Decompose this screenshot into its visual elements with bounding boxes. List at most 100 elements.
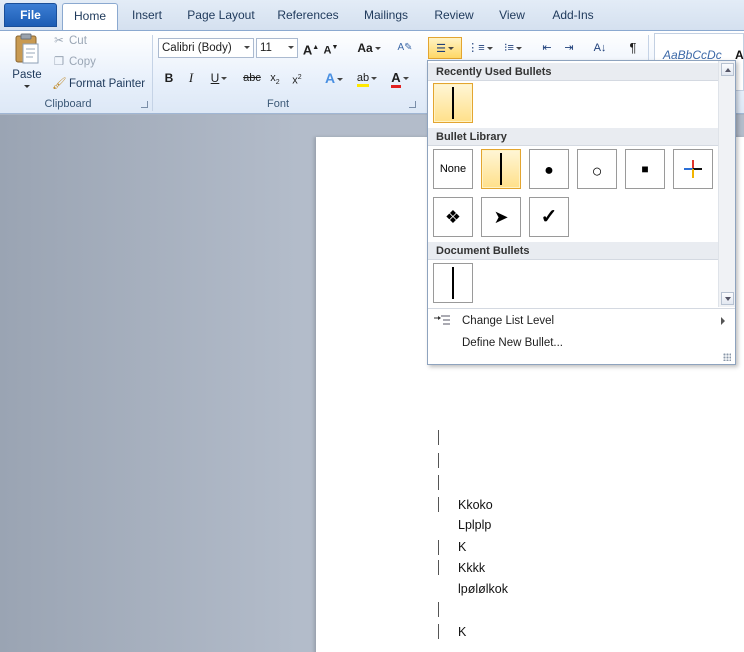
multilevel-list-icon: ⁝≡ (504, 42, 514, 54)
recent-bullet-bar[interactable] (433, 83, 473, 123)
chevron-right-icon (721, 317, 725, 325)
font-size-value: 11 (260, 42, 272, 54)
subscript-button[interactable]: x2 (266, 68, 284, 88)
font-family-combo[interactable]: Calibri (Body) (158, 38, 254, 58)
format-painter-button[interactable]: 🖌 Format Painter (52, 74, 145, 94)
increase-indent-icon[interactable]: ⇥ (560, 38, 578, 58)
bullet-filled-circle[interactable]: ● (529, 149, 569, 189)
filled-square-icon: ■ (641, 162, 649, 176)
bullet-marker (438, 430, 439, 445)
tab-add-ins[interactable]: Add-Ins (544, 3, 602, 29)
bullets-button[interactable]: ☰ (428, 37, 462, 59)
bullet-marker (438, 624, 439, 639)
bullet-bar[interactable] (481, 149, 521, 189)
chevron-down-icon (402, 77, 409, 81)
bullet-marker (438, 453, 439, 468)
paste-dropdown-arrow[interactable] (24, 85, 30, 88)
bullet-diamond[interactable]: ❖ (433, 197, 473, 237)
underline-button[interactable]: U (204, 68, 234, 88)
tab-insert[interactable]: Insert (124, 3, 170, 29)
chevron-down-icon (374, 47, 381, 51)
copy-icon: ❐ (53, 56, 65, 68)
multilevel-list-button[interactable]: ⁝≡ (498, 38, 528, 58)
bullets-scrollbar[interactable] (718, 61, 735, 307)
hollow-circle-icon: ○ (591, 161, 603, 181)
document-line[interactable]: Kkoko (458, 498, 493, 512)
chevron-down-icon (244, 46, 250, 49)
font-size-combo[interactable]: 11 (256, 38, 298, 58)
chevron-down-icon (515, 46, 522, 50)
tab-references[interactable]: References (272, 3, 344, 29)
document-line[interactable]: K (458, 625, 466, 639)
sort-icon[interactable]: A↓ (590, 38, 610, 58)
change-case-button[interactable]: Aa (354, 38, 384, 58)
bullets-dropdown: Recently Used Bullets Bullet Library Non… (427, 60, 736, 365)
font-launcher-icon[interactable] (409, 101, 416, 108)
strikethrough-button[interactable]: abc (240, 68, 264, 88)
cut-label: Cut (69, 35, 87, 47)
define-new-bullet-item[interactable]: Define New Bullet... (428, 332, 735, 354)
text-effects-button[interactable]: A (320, 68, 348, 88)
document-bullets-header: Document Bullets (428, 242, 718, 260)
four-color-star-icon (684, 160, 702, 178)
tab-view[interactable]: View (492, 3, 532, 29)
superscript-button[interactable]: x2 (288, 68, 306, 88)
highlighter-icon: ab (356, 72, 370, 87)
bullet-list-icon: ☰ (436, 43, 446, 55)
bold-button[interactable]: B (160, 68, 178, 88)
clipboard-group-label: Clipboard (44, 98, 92, 110)
document-line[interactable]: Kkkk (458, 561, 485, 575)
font-family-value: Calibri (Body) (162, 42, 232, 54)
chevron-down-icon (288, 46, 294, 49)
font-color-button[interactable]: A (386, 68, 414, 88)
shrink-font-button[interactable]: A▼ (322, 38, 340, 58)
copy-button[interactable]: ❐ Copy (52, 52, 96, 72)
change-list-level-item[interactable]: Change List Level (428, 310, 735, 332)
tab-mailings[interactable]: Mailings (356, 3, 416, 29)
paste-label: Paste (12, 69, 42, 81)
bullet-none-label: None (439, 163, 467, 175)
style-preview-next[interactable]: A (735, 48, 744, 62)
bullet-four-color[interactable] (673, 149, 713, 189)
scroll-up-icon[interactable] (721, 63, 734, 76)
bullet-none[interactable]: None (433, 149, 473, 189)
italic-button[interactable]: I (182, 68, 200, 88)
document-bullet-bar[interactable] (433, 263, 473, 303)
bullet-library-header: Bullet Library (428, 128, 718, 146)
resize-grip-icon[interactable] (723, 353, 731, 361)
tab-home[interactable]: Home (62, 3, 118, 32)
clear-formatting-icon[interactable]: A✎ (396, 38, 414, 58)
document-line[interactable]: Lplplp (458, 518, 491, 532)
paste-button[interactable]: Paste (8, 33, 46, 95)
arrowhead-icon: ➤ (493, 207, 509, 227)
cut-button[interactable]: ✂ Cut (52, 31, 87, 51)
paintbrush-icon: 🖌 (52, 78, 67, 90)
checkmark-icon: ✓ (540, 206, 558, 228)
vertical-bar-bullet-icon (500, 153, 502, 185)
bullet-marker (438, 497, 439, 512)
bullet-marker (438, 475, 439, 490)
bullet-square[interactable]: ■ (625, 149, 665, 189)
numbering-button[interactable]: ⋮≡ (466, 38, 494, 58)
chevron-down-icon (447, 47, 454, 51)
scroll-down-icon[interactable] (721, 292, 734, 305)
tab-review[interactable]: Review (428, 3, 480, 29)
document-line[interactable]: lpølølkok (458, 582, 508, 596)
decrease-indent-icon[interactable]: ⇤ (538, 38, 556, 58)
pilcrow-icon[interactable]: ¶ (624, 38, 642, 58)
document-line[interactable]: K (458, 540, 466, 554)
bullet-hollow-circle[interactable]: ○ (577, 149, 617, 189)
highlight-button[interactable]: ab (352, 68, 382, 88)
tab-page-layout[interactable]: Page Layout (182, 3, 260, 29)
grow-font-button[interactable]: A▲ (302, 38, 320, 58)
chevron-down-icon (221, 77, 228, 81)
bullet-arrow[interactable]: ➤ (481, 197, 521, 237)
numbered-list-icon: ⋮≡ (467, 42, 485, 54)
font-group-label: Font (266, 98, 289, 110)
bullet-checkmark[interactable]: ✓ (529, 197, 569, 237)
menu-separator (428, 308, 735, 309)
change-list-level-label: Change List Level (462, 315, 555, 327)
diamond-cluster-icon: ❖ (444, 207, 462, 227)
clipboard-launcher-icon[interactable] (141, 101, 148, 108)
tab-file[interactable]: File (4, 3, 57, 27)
